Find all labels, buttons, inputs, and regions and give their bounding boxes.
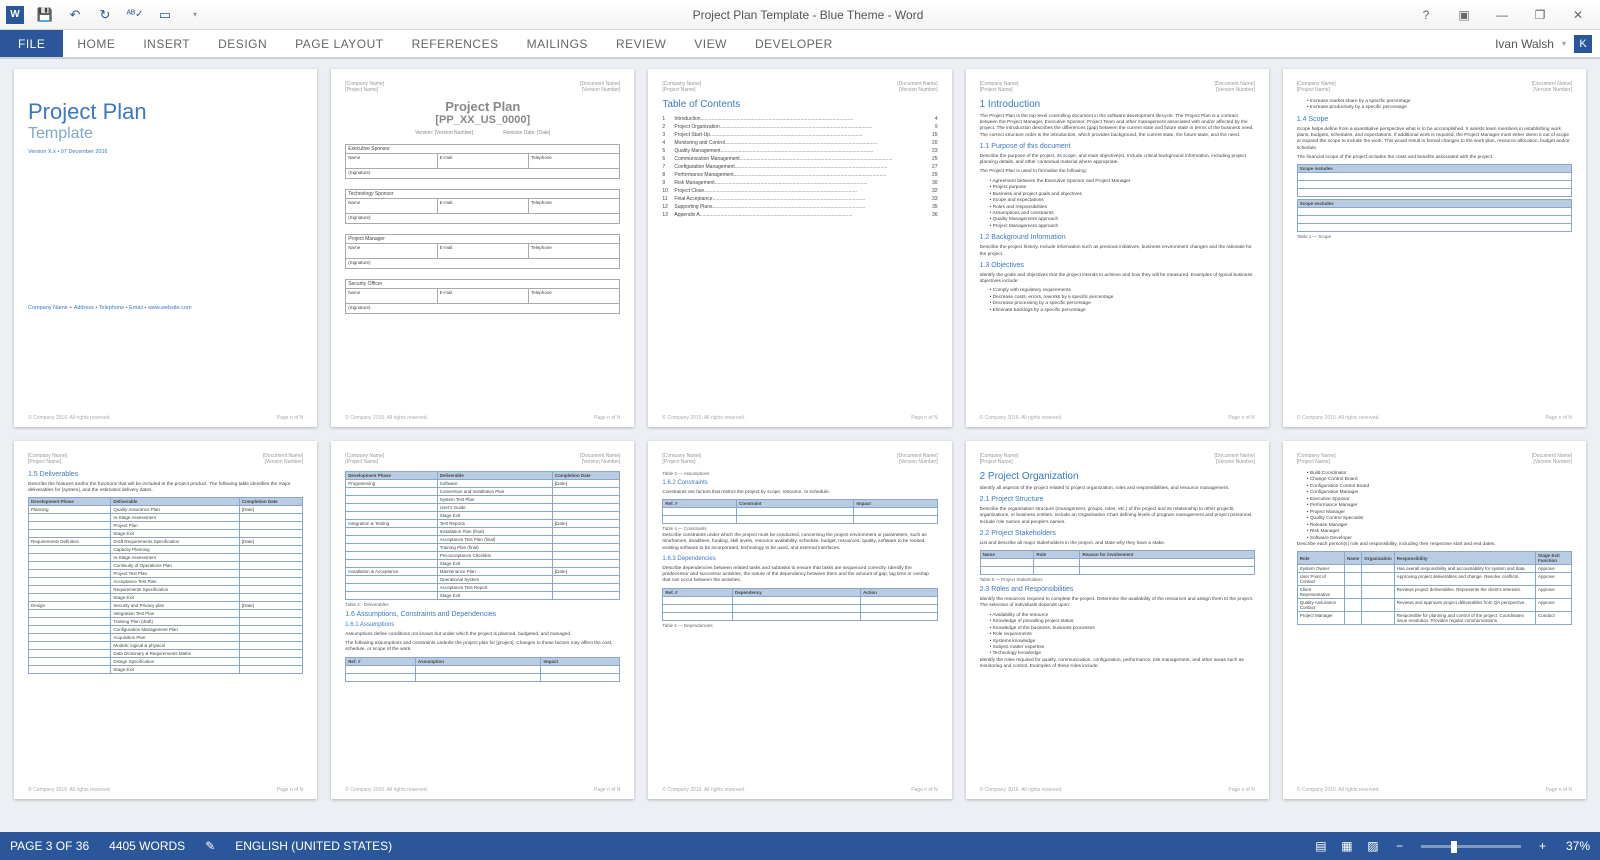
page-10[interactable]: [Company Name][Project Name][Document Na… xyxy=(1283,441,1586,799)
help-icon[interactable]: ? xyxy=(1412,8,1440,22)
undo-icon[interactable]: ↶ xyxy=(66,6,84,24)
zoom-out-icon[interactable]: − xyxy=(1386,839,1413,853)
page-3[interactable]: [Company Name][Project Name][Document Na… xyxy=(648,69,951,427)
tab-file[interactable]: FILE xyxy=(0,30,63,57)
save-icon[interactable]: 💾 xyxy=(36,6,54,24)
titlebar-right: ? ▣ — ❐ ✕ xyxy=(1412,8,1600,22)
view-read-icon[interactable]: ▤ xyxy=(1308,836,1334,856)
page-4[interactable]: [Company Name][Project Name][Document Na… xyxy=(966,69,1269,427)
titlebar: W 💾 ↶ ↻ ᴬᴮ✓ ▭ ▾ Project Plan Template - … xyxy=(0,0,1600,30)
spelling-icon[interactable]: ᴬᴮ✓ xyxy=(126,6,144,24)
tab-review[interactable]: REVIEW xyxy=(602,30,680,57)
status-words[interactable]: 4405 WORDS xyxy=(99,839,195,853)
minimize-icon[interactable]: — xyxy=(1488,8,1516,22)
close-icon[interactable]: ✕ xyxy=(1564,8,1592,22)
ribbon-display-icon[interactable]: ▣ xyxy=(1450,8,1478,22)
page-7[interactable]: [Company Name][Project Name][Document Na… xyxy=(331,441,634,799)
zoom-level[interactable]: 37% xyxy=(1556,839,1600,853)
doc-subtitle: Template xyxy=(28,125,303,143)
ribbon: FILE HOME INSERT DESIGN PAGE LAYOUT REFE… xyxy=(0,30,1600,58)
quick-access-toolbar: W 💾 ↶ ↻ ᴬᴮ✓ ▭ ▾ xyxy=(0,6,204,24)
pages-grid: Project Plan Template Version X.x • 07 D… xyxy=(0,59,1600,811)
view-print-icon[interactable]: ▦ xyxy=(1334,836,1360,856)
tab-insert[interactable]: INSERT xyxy=(129,30,204,57)
status-language[interactable]: ENGLISH (UNITED STATES) xyxy=(225,839,402,853)
zoom-slider[interactable] xyxy=(1421,845,1521,848)
user-avatar[interactable]: K xyxy=(1574,35,1592,53)
statusbar: PAGE 3 OF 36 4405 WORDS ✎ ENGLISH (UNITE… xyxy=(0,832,1600,860)
page-6[interactable]: [Company Name][Project Name][Document Na… xyxy=(14,441,317,799)
word-icon: W xyxy=(6,6,24,24)
document-canvas[interactable]: Project Plan Template Version X.x • 07 D… xyxy=(0,58,1600,832)
tab-developer[interactable]: DEVELOPER xyxy=(741,30,847,57)
toolbar-extra-icon[interactable]: ▭ xyxy=(156,6,174,24)
tab-mailings[interactable]: MAILINGS xyxy=(513,30,602,57)
window-title: Project Plan Template - Blue Theme - Wor… xyxy=(204,8,1412,22)
proofing-icon[interactable]: ✎ xyxy=(195,839,225,853)
pp-name: Project Plan xyxy=(345,99,620,114)
pp-code: [PP_XX_US_0000] xyxy=(345,114,620,126)
doc-version: Version X.x • 07 December 2016 xyxy=(28,149,303,155)
page-8[interactable]: [Company Name][Project Name][Document Na… xyxy=(648,441,951,799)
toc-title: Table of Contents xyxy=(662,99,937,110)
page-2[interactable]: [Company Name][Project Name][Document Na… xyxy=(331,69,634,427)
status-page[interactable]: PAGE 3 OF 36 xyxy=(0,839,99,853)
restore-icon[interactable]: ❐ xyxy=(1526,8,1554,22)
tab-home[interactable]: HOME xyxy=(63,30,129,57)
redo-icon[interactable]: ↻ xyxy=(96,6,114,24)
page-9[interactable]: [Company Name][Project Name][Document Na… xyxy=(966,441,1269,799)
doc-contact: Company Name + Address • Telephone • Ema… xyxy=(28,305,303,311)
tab-view[interactable]: VIEW xyxy=(680,30,741,57)
page-1[interactable]: Project Plan Template Version X.x • 07 D… xyxy=(14,69,317,427)
tab-design[interactable]: DESIGN xyxy=(204,30,281,57)
zoom-in-icon[interactable]: + xyxy=(1529,839,1556,853)
user-name[interactable]: Ivan Walsh xyxy=(1495,37,1554,51)
doc-title: Project Plan xyxy=(28,99,303,125)
qat-dropdown-icon[interactable]: ▾ xyxy=(186,6,204,24)
page-5[interactable]: [Company Name][Project Name][Document Na… xyxy=(1283,69,1586,427)
tab-references[interactable]: REFERENCES xyxy=(398,30,513,57)
tab-page-layout[interactable]: PAGE LAYOUT xyxy=(281,30,397,57)
view-web-icon[interactable]: ▨ xyxy=(1360,836,1386,856)
